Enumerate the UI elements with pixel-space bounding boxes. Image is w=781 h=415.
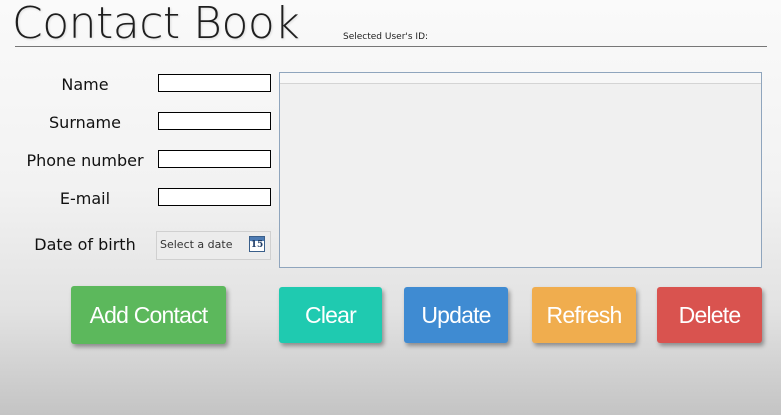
surname-field[interactable]	[158, 112, 271, 130]
phone-number-field[interactable]	[158, 150, 271, 168]
date-placeholder: Select a date	[160, 238, 233, 251]
calendar-icon[interactable]: 15	[249, 236, 265, 252]
date-of-birth-label: Date of birth	[34, 235, 136, 254]
surname-label: Surname	[49, 113, 121, 132]
delete-button[interactable]: Delete	[657, 287, 762, 343]
email-field[interactable]	[158, 188, 271, 206]
contacts-table-header	[280, 73, 761, 84]
update-button[interactable]: Update	[404, 287, 508, 343]
date-of-birth-picker[interactable]: Select a date 15	[156, 231, 271, 260]
clear-button[interactable]: Clear	[279, 287, 382, 343]
refresh-button[interactable]: Refresh	[532, 287, 636, 343]
title-divider	[15, 46, 767, 47]
add-contact-button[interactable]: Add Contact	[71, 286, 226, 344]
phone-number-label: Phone number	[26, 151, 144, 170]
email-label: E-mail	[59, 189, 111, 208]
selected-user-id-label: Selected User's ID:	[343, 32, 429, 42]
app-title: Contact Book	[12, 0, 300, 49]
name-label: Name	[61, 75, 109, 94]
calendar-icon-day: 15	[250, 240, 264, 250]
contacts-table[interactable]	[279, 72, 762, 268]
name-field[interactable]	[158, 74, 271, 92]
